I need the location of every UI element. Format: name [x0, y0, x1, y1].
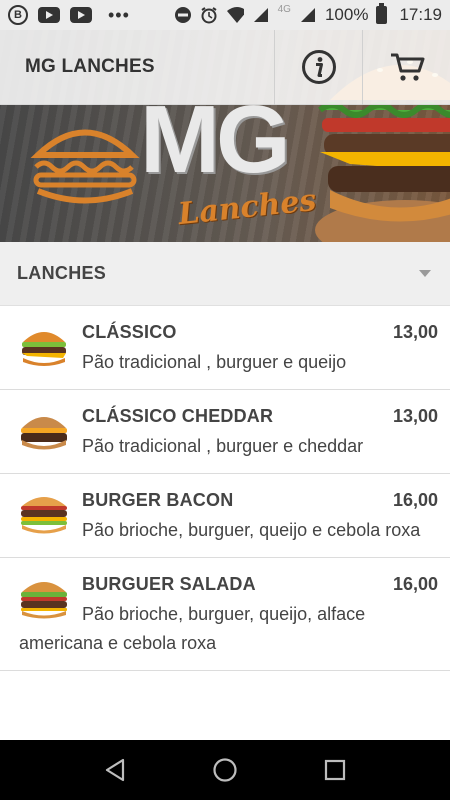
product-list: CLÁSSICO 13,00 Pão tradicional , burguer… [0, 306, 450, 740]
product-description: Pão tradicional , burguer e cheddar [82, 436, 364, 456]
back-button[interactable] [95, 750, 135, 790]
product-description: Pão brioche, burguer, queijo, alface ame… [19, 604, 366, 653]
more-notifications-icon: ••• [108, 4, 130, 25]
burger-thumbnail [19, 404, 69, 454]
info-circle-icon [301, 50, 336, 84]
system-nav-bar [0, 740, 450, 800]
burger-logo-icon [30, 129, 140, 204]
home-circle-icon [213, 758, 237, 782]
product-description: Pão brioche, burguer, queijo e cebola ro… [82, 520, 421, 540]
product-name: BURGER BACON [82, 490, 234, 510]
battery-percent: 100% [324, 5, 369, 24]
category-header-lanches[interactable]: LANCHES [0, 242, 450, 306]
product-name: BURGUER SALADA [82, 574, 256, 594]
recents-button[interactable] [315, 750, 355, 790]
youtube-icon [38, 7, 60, 23]
alarm-icon [200, 6, 218, 24]
burger-thumbnail [19, 572, 69, 622]
cart-icon [390, 53, 424, 81]
info-button[interactable] [274, 29, 362, 105]
app-title: MG LANCHES [25, 56, 155, 77]
status-bar: B ••• 4G 100% 17:19 [0, 0, 450, 30]
product-price: 13,00 [392, 406, 438, 426]
cart-button[interactable] [362, 29, 450, 105]
app-bar: MG LANCHES [0, 29, 450, 105]
b-badge-icon: B [8, 5, 28, 25]
clock: 17:19 [399, 5, 442, 24]
chevron-down-icon [419, 270, 431, 277]
product-description: Pão tradicional , burguer e queijo [82, 352, 347, 372]
back-triangle-icon [105, 758, 125, 782]
product-item[interactable]: CLÁSSICO 13,00 Pão tradicional , burguer… [0, 306, 450, 390]
product-price: 16,00 [392, 490, 438, 510]
product-item[interactable]: BURGUER SALADA 16,00 Pão brioche, burgue… [0, 558, 450, 671]
wifi-icon [226, 6, 244, 24]
product-price: 16,00 [392, 574, 438, 594]
recents-square-icon [324, 759, 346, 781]
logo-mg-text: MG [140, 86, 291, 193]
burger-thumbnail [19, 488, 69, 538]
product-price: 13,00 [392, 322, 438, 342]
category-label: LANCHES [17, 263, 107, 283]
do-not-disturb-icon [174, 6, 192, 24]
product-item[interactable]: CLÁSSICO CHEDDAR 13,00 Pão tradicional ,… [0, 390, 450, 474]
product-item[interactable]: BURGER BACON 16,00 Pão brioche, burguer,… [0, 474, 450, 558]
cell-signal-icon [299, 6, 317, 24]
product-name: CLÁSSICO CHEDDAR [82, 406, 274, 426]
product-name: CLÁSSICO [82, 322, 177, 342]
battery-icon [376, 3, 388, 24]
burger-thumbnail [19, 320, 69, 370]
home-button[interactable] [205, 750, 245, 790]
youtube-icon [70, 7, 92, 23]
cell-signal-icon [252, 6, 270, 24]
network-type-label: 4G [277, 3, 291, 15]
